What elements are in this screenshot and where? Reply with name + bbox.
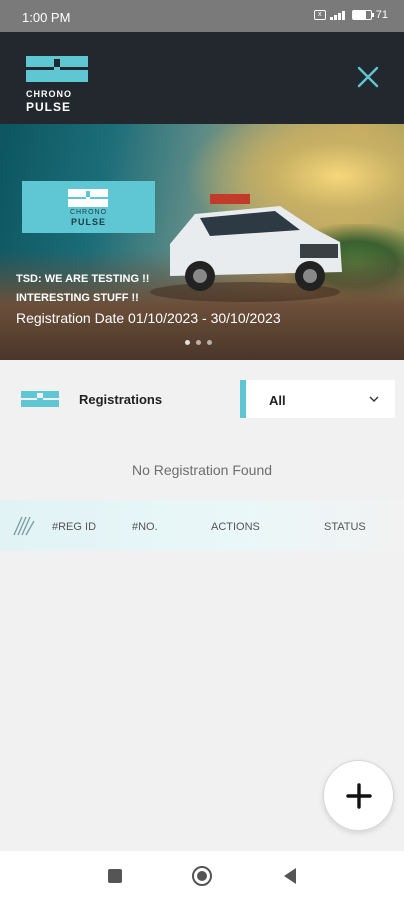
signal-icon bbox=[329, 10, 348, 20]
chevron-down-icon bbox=[369, 396, 379, 402]
sim-icon: x bbox=[313, 10, 326, 20]
banner-title-line2: INTERESTING STUFF !! bbox=[16, 292, 139, 304]
column-no: #NO. bbox=[132, 521, 158, 533]
logo-mark-icon bbox=[26, 56, 88, 82]
status-filter-dropdown[interactable]: All bbox=[240, 380, 395, 418]
table-header: #REG ID #NO. ACTIONS STATUS bbox=[0, 500, 404, 551]
add-registration-button[interactable] bbox=[323, 760, 394, 831]
plus-icon bbox=[346, 783, 372, 809]
carousel-dot[interactable] bbox=[207, 340, 212, 345]
registrations-icon bbox=[21, 391, 59, 407]
car-image bbox=[150, 194, 342, 302]
carousel-dot[interactable] bbox=[196, 340, 201, 345]
filter-value: All bbox=[269, 393, 286, 408]
registrations-header: Registrations All bbox=[0, 378, 404, 420]
registrations-label: Registrations bbox=[79, 392, 163, 407]
battery-icon bbox=[351, 10, 374, 20]
banner-date: Registration Date 01/10/2023 - 30/10/202… bbox=[16, 310, 281, 326]
banner-logo-text-2: PULSE bbox=[70, 217, 106, 227]
recent-apps-icon[interactable] bbox=[107, 868, 123, 884]
promo-banner[interactable]: CHRONO PULSE TSD: WE ARE TESTING !! INTE… bbox=[0, 124, 404, 360]
status-bar: 1:00 PM x 71 bbox=[0, 0, 404, 32]
home-icon[interactable] bbox=[191, 865, 213, 887]
empty-message: No Registration Found bbox=[131, 462, 273, 478]
back-icon[interactable] bbox=[282, 867, 298, 885]
column-status: STATUS bbox=[324, 521, 366, 533]
status-time: 1:00 PM bbox=[22, 10, 71, 25]
banner-title: TSD: WE ARE TESTING !! INTERESTING STUFF… bbox=[16, 270, 149, 308]
battery-percent: 71 bbox=[375, 9, 388, 21]
app-logo: CHRONO PULSE bbox=[26, 56, 90, 113]
carousel-dot[interactable] bbox=[185, 340, 190, 345]
close-icon[interactable] bbox=[356, 65, 380, 89]
logo-text-line1: CHRONO bbox=[26, 89, 72, 99]
carousel-dots[interactable] bbox=[185, 340, 212, 345]
column-actions: ACTIONS bbox=[211, 521, 260, 533]
system-nav-bar bbox=[0, 851, 404, 900]
status-icons: x 71 bbox=[313, 9, 388, 21]
column-reg-id: #REG ID bbox=[52, 521, 97, 533]
banner-title-line1: TSD: WE ARE TESTING !! bbox=[16, 273, 150, 285]
banner-logo-text-1: CHRONO bbox=[69, 209, 108, 216]
banner-logo: CHRONO PULSE bbox=[22, 181, 155, 233]
table-decoration-icon bbox=[13, 516, 35, 536]
app-header: CHRONO PULSE bbox=[0, 32, 404, 124]
logo-text-line2: PULSE bbox=[26, 100, 72, 114]
